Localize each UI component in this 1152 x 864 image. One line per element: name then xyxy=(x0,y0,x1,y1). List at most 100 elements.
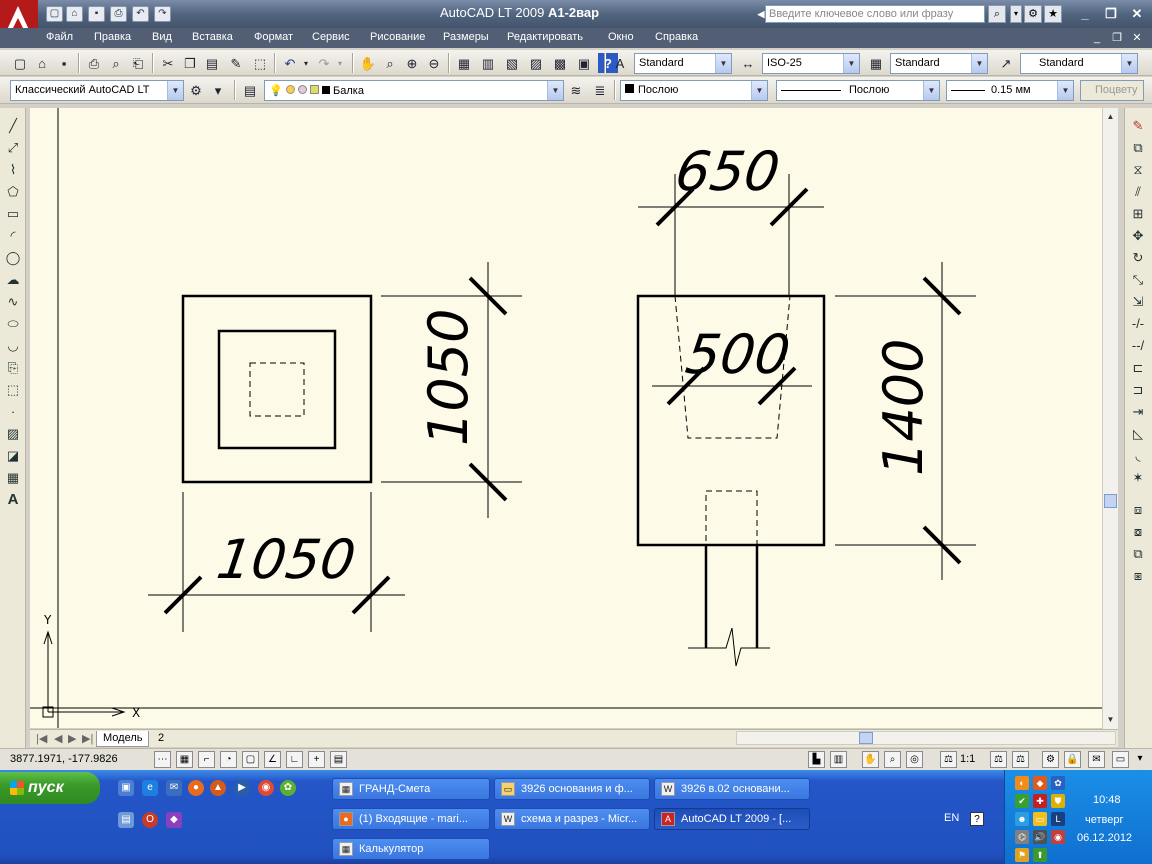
revision-cloud-icon[interactable]: ☁ xyxy=(3,270,23,290)
aimp-icon[interactable]: ▲ xyxy=(210,780,226,796)
infocenter-search-input[interactable]: Введите ключевое слово или фразу xyxy=(765,5,985,23)
task-folder-3926[interactable]: ▭ 3926 основания и ф... xyxy=(494,778,650,800)
object-snap-tracking-icon[interactable]: ∠ xyxy=(264,751,281,768)
draworder-front-icon[interactable]: ⧈ xyxy=(1128,500,1148,520)
annotation-visibility-icon[interactable]: ⚖ xyxy=(990,751,1007,768)
properties-icon[interactable]: ▦ xyxy=(454,53,474,73)
text-style-icon[interactable]: A xyxy=(610,53,630,73)
redo-dropdown-icon[interactable]: ▾ xyxy=(334,53,346,73)
spline-icon[interactable]: ∿ xyxy=(3,292,23,312)
layer-previous-icon[interactable]: ≣ xyxy=(590,80,610,100)
task-word-scheme[interactable]: Wсхема и разрез - Micr... xyxy=(494,808,650,830)
tray-app-icon[interactable]: ⚑ xyxy=(1015,848,1029,862)
layer-properties-icon[interactable]: ▤ xyxy=(240,80,260,100)
dynamic-input-icon[interactable]: + xyxy=(308,751,325,768)
pan-icon[interactable]: ✋ xyxy=(358,53,378,73)
draworder-back-icon[interactable]: ⧇ xyxy=(1128,522,1148,542)
rectangle-icon[interactable]: ▭ xyxy=(3,204,23,224)
extend-icon[interactable]: --/ xyxy=(1128,336,1148,356)
break-icon[interactable]: ⊐ xyxy=(1128,380,1148,400)
menu-view[interactable]: Вид xyxy=(152,31,172,43)
design-center-icon[interactable]: ▥ xyxy=(478,53,498,73)
workspace-switch-icon[interactable]: ⚙ xyxy=(1042,751,1059,768)
dynamic-ucs-icon[interactable]: ∟ xyxy=(286,751,303,768)
sheet-set-icon[interactable]: ▨ xyxy=(526,53,546,73)
steering-wheel-icon[interactable]: ◎ xyxy=(906,751,923,768)
menu-dimension[interactable]: Размеры xyxy=(443,31,489,43)
multileader-style-icon[interactable]: ↗ xyxy=(996,53,1016,73)
copy-object-icon[interactable]: ⧉ xyxy=(1128,138,1148,158)
grid-display-icon[interactable]: ▦ xyxy=(176,751,193,768)
menu-file[interactable]: Файл xyxy=(46,31,73,43)
make-block-icon[interactable]: ⬚ xyxy=(3,380,23,400)
lineweight-select[interactable]: 0.15 мм ▼ xyxy=(946,80,1074,101)
task-autocad[interactable]: A AutoCAD LT 2009 - [... xyxy=(654,808,810,830)
array-icon[interactable]: ⊞ xyxy=(1128,204,1148,224)
search-dropdown-icon[interactable]: ▾ xyxy=(1010,5,1022,23)
firefox-icon[interactable]: ● xyxy=(188,780,204,796)
draworder-above-icon[interactable]: ⧉ xyxy=(1128,544,1148,564)
ellipse-icon[interactable]: ⬭ xyxy=(3,314,23,334)
copy-icon[interactable]: ❐ xyxy=(180,53,200,73)
task-word-3926[interactable]: W 3926 в.02 основани... xyxy=(654,778,810,800)
opera-icon[interactable]: O xyxy=(142,812,158,828)
save-icon[interactable]: ▪ xyxy=(54,53,74,73)
auto-scale-icon[interactable]: ⚖ xyxy=(1012,751,1029,768)
zoom-window-icon[interactable]: ⊕ xyxy=(402,53,422,73)
insert-block-icon[interactable]: ⎘ xyxy=(3,358,23,378)
icq-icon[interactable]: ✿ xyxy=(280,780,296,796)
quick-launch-desktop-icon[interactable]: ▣ xyxy=(118,780,134,796)
chamfer-icon[interactable]: ◺ xyxy=(1128,424,1148,444)
redo-icon[interactable]: ↷ xyxy=(314,53,334,73)
tool-palettes-icon[interactable]: ▧ xyxy=(502,53,522,73)
move-icon[interactable]: ✥ xyxy=(1128,226,1148,246)
snap-mode-icon[interactable]: ⋯ xyxy=(154,751,171,768)
polygon-icon[interactable]: ⬠ xyxy=(3,182,23,202)
menu-insert[interactable]: Вставка xyxy=(192,31,233,43)
workspace-select[interactable]: Классический AutoCAD LT ▼ xyxy=(10,80,184,101)
pan-status-icon[interactable]: ✋ xyxy=(862,751,879,768)
minimize-window-button[interactable]: _ xyxy=(1074,5,1096,23)
multiline-text-icon[interactable]: A xyxy=(3,490,23,510)
tray-folder-icon[interactable]: ▭ xyxy=(1033,812,1047,826)
menu-help[interactable]: Справка xyxy=(655,31,698,43)
media-player-icon[interactable]: ▶ xyxy=(234,780,250,796)
erase-icon[interactable]: ✎ xyxy=(1128,116,1148,136)
tray-app-icon[interactable]: ⬆ xyxy=(1033,848,1047,862)
model-space-icon[interactable]: ▙ xyxy=(808,751,825,768)
block-editor-icon[interactable]: ⬚ xyxy=(250,53,270,73)
table-style-icon[interactable]: ▦ xyxy=(866,53,886,73)
ellipse-arc-icon[interactable]: ◡ xyxy=(3,336,23,356)
arc-icon[interactable]: ◜ xyxy=(3,226,23,246)
vertical-scroll-thumb[interactable] xyxy=(1104,494,1117,508)
paste-icon[interactable]: ▤ xyxy=(202,53,222,73)
communication-center-icon[interactable]: ⚙ xyxy=(1024,5,1042,23)
tray-app-icon[interactable]: L xyxy=(1051,812,1065,826)
menu-draw[interactable]: Рисование xyxy=(370,31,425,43)
quick-launch-app-icon[interactable]: ◆ xyxy=(166,812,182,828)
annotation-scale-icon[interactable]: ⚖ xyxy=(940,751,957,768)
explode-icon[interactable]: ✶ xyxy=(1128,468,1148,488)
tray-security-icon[interactable]: ✔ xyxy=(1015,794,1029,808)
zoom-realtime-icon[interactable]: ⌕ xyxy=(380,53,400,73)
draworder-under-icon[interactable]: ⧆ xyxy=(1128,566,1148,586)
tray-app-icon[interactable]: ☻ xyxy=(1015,812,1029,826)
annotation-scale-value[interactable]: 1:1 xyxy=(960,753,975,765)
ortho-mode-icon[interactable]: ⌐ xyxy=(198,751,215,768)
tab-model[interactable]: Модель xyxy=(96,731,150,747)
task-mail-inbox[interactable]: ● (1) Входящие - mari... xyxy=(332,808,490,830)
quick-launch-folder-icon[interactable]: ▤ xyxy=(118,812,134,828)
outlook-icon[interactable]: ✉ xyxy=(166,780,182,796)
point-icon[interactable]: · xyxy=(3,402,23,422)
open-icon[interactable]: ⌂ xyxy=(32,53,52,73)
language-help-icon[interactable]: ? xyxy=(970,812,984,826)
search-icon[interactable]: ⌕ xyxy=(988,5,1006,23)
scroll-down-icon[interactable]: ▼ xyxy=(1104,713,1117,727)
circle-icon[interactable]: ◯ xyxy=(3,248,23,268)
menu-modify[interactable]: Редактировать xyxy=(507,31,583,43)
task-calculator[interactable]: ▦ Калькулятор xyxy=(332,838,490,860)
fillet-icon[interactable]: ◟ xyxy=(1128,446,1148,466)
undo-dropdown-icon[interactable]: ▾ xyxy=(300,53,312,73)
zoom-previous-icon[interactable]: ⊖ xyxy=(424,53,444,73)
horizontal-scrollbar[interactable] xyxy=(736,731,1116,745)
